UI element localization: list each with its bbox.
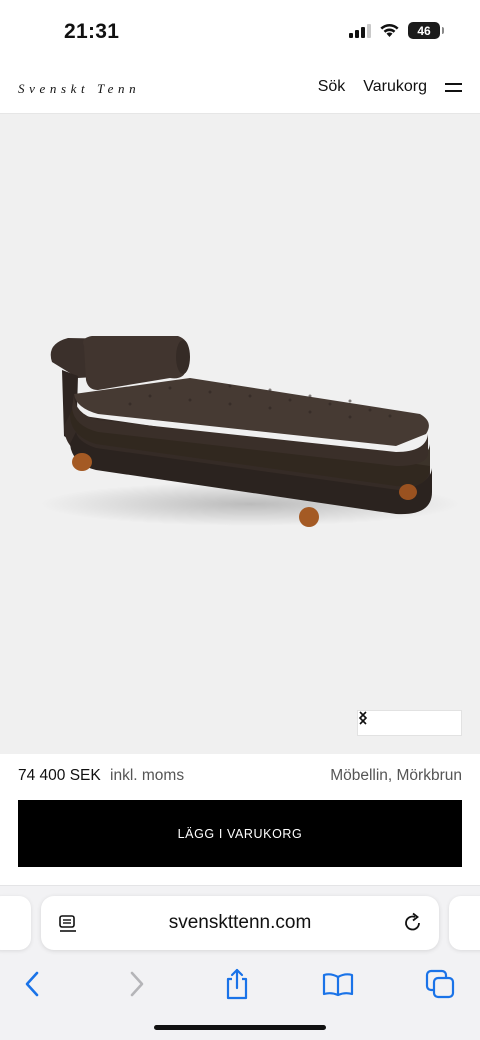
product-image: [0, 114, 480, 754]
share-button[interactable]: [217, 964, 257, 1004]
battery-icon: 46: [408, 22, 444, 39]
search-link[interactable]: Sök: [318, 78, 346, 96]
forward-icon: [130, 971, 144, 997]
signal-icon: [349, 23, 371, 38]
vat-note: inkl. moms: [110, 767, 185, 784]
brand-logo[interactable]: Svenskt Tenn: [18, 81, 140, 97]
price-row: 74 400 SEK inkl. moms Möbellin, Mörkbrun: [18, 767, 462, 789]
site-header: Svenskt Tenn Sök Varukorg: [0, 62, 480, 114]
status-icons: 46: [349, 22, 444, 39]
next-tab-peek[interactable]: [449, 896, 480, 950]
add-to-cart-button[interactable]: LÄGG I VARUKORG: [18, 800, 462, 867]
tabs-icon: [425, 969, 455, 999]
status-bar: 21:31 46: [0, 0, 480, 62]
url-text[interactable]: svenskttenn.com: [41, 912, 439, 934]
reload-icon[interactable]: [402, 912, 424, 934]
carousel-controls: [357, 710, 462, 736]
chevron-right-icon: [359, 711, 368, 725]
forward-button[interactable]: [117, 964, 157, 1004]
header-nav: Sök Varukorg: [318, 78, 462, 96]
wifi-icon: [380, 23, 399, 37]
browser-toolbar: [0, 964, 480, 1004]
product-price: 74 400 SEK: [18, 767, 101, 784]
back-icon: [25, 971, 39, 997]
product-variant[interactable]: Möbellin, Mörkbrun: [330, 767, 462, 785]
bookmarks-button[interactable]: [318, 964, 358, 1004]
previous-tab-peek[interactable]: [0, 896, 31, 950]
daybed-image: [40, 336, 460, 527]
cart-link[interactable]: Varukorg: [363, 78, 427, 96]
browser-bar: svenskttenn.com: [0, 885, 480, 1040]
status-time: 21:31: [64, 20, 120, 43]
home-indicator: [154, 1025, 326, 1030]
tabs-button[interactable]: [420, 964, 460, 1004]
share-icon: [226, 968, 248, 1000]
back-button[interactable]: [12, 964, 52, 1004]
bookmarks-icon: [322, 973, 354, 997]
carousel-next-button[interactable]: [359, 711, 462, 735]
hamburger-menu-icon[interactable]: [445, 81, 462, 93]
address-bar[interactable]: svenskttenn.com: [41, 896, 439, 950]
